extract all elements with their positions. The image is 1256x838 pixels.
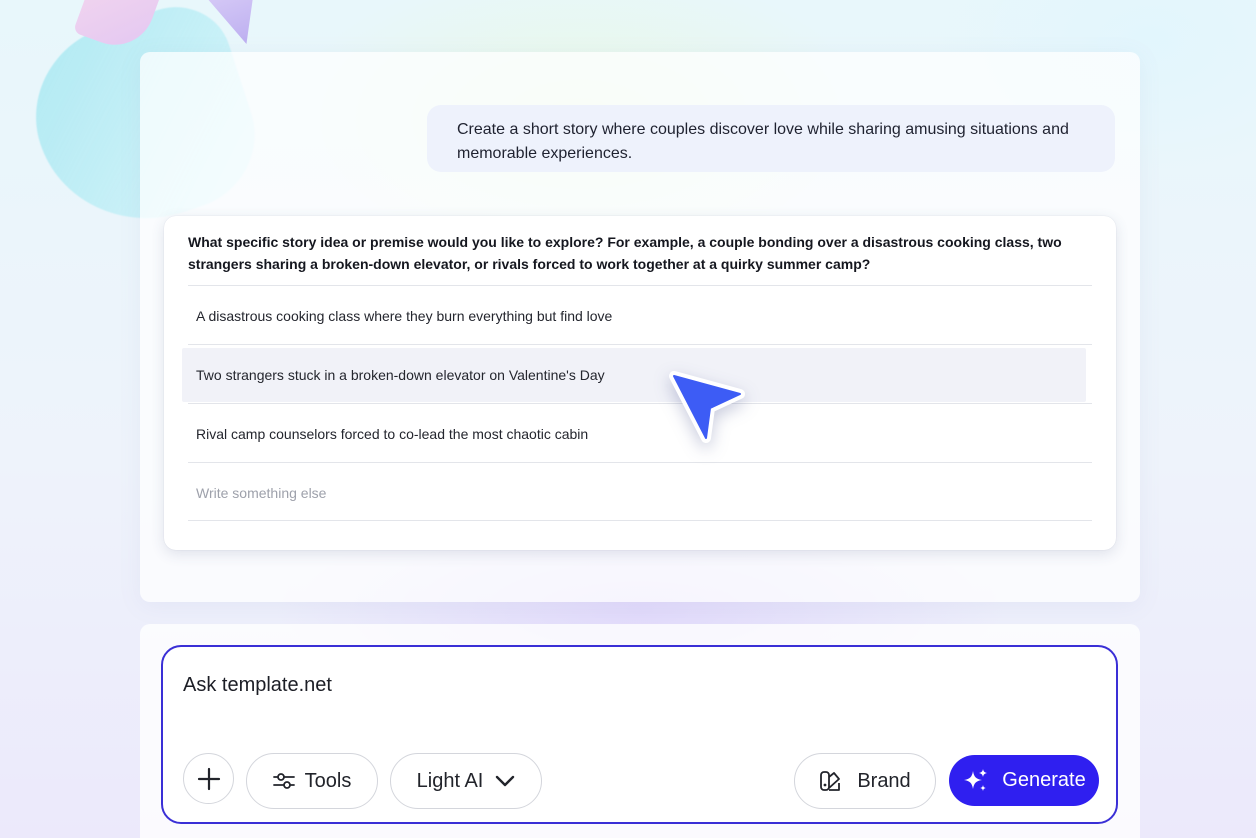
user-message-bubble: Create a short story where couples disco… <box>427 105 1115 172</box>
tools-label: Tools <box>304 769 352 792</box>
swatch-icon <box>819 769 843 793</box>
answer-option-label: Two strangers stuck in a broken-down ele… <box>196 367 605 383</box>
answer-option-label: A disastrous cooking class where they bu… <box>196 308 613 324</box>
decorative-pink-shape <box>72 0 162 56</box>
answer-option[interactable]: Rival camp counselors forced to co-lead … <box>188 403 1092 462</box>
sparkles-icon <box>962 767 990 795</box>
write-something-else-option[interactable]: Write something else <box>188 462 1092 521</box>
model-label: Light AI <box>416 769 484 792</box>
prompt-composer: Tools Light AI Brand <box>161 645 1118 824</box>
sliders-icon <box>272 771 295 791</box>
tools-button[interactable]: Tools <box>246 753 378 809</box>
attach-button[interactable] <box>183 753 234 804</box>
chat-panel: Create a short story where couples disco… <box>140 52 1140 602</box>
answer-option-label: Rival camp counselors forced to co-lead … <box>196 426 589 442</box>
generate-button[interactable]: Generate <box>949 755 1099 806</box>
mouse-cursor-icon <box>669 371 745 443</box>
brand-button[interactable]: Brand <box>794 753 936 809</box>
generate-label: Generate <box>1002 769 1086 791</box>
prompt-input[interactable] <box>183 671 1083 699</box>
decorative-violet-shape <box>200 0 254 44</box>
composer-panel: Tools Light AI Brand <box>140 624 1140 838</box>
brand-label: Brand <box>857 769 911 792</box>
plus-icon <box>197 767 221 791</box>
question-text: What specific story idea or premise woul… <box>188 234 1062 272</box>
chevron-down-icon <box>495 775 515 787</box>
answer-option-hovered[interactable]: Two strangers stuck in a broken-down ele… <box>182 344 1092 403</box>
answer-option[interactable]: A disastrous cooking class where they bu… <box>188 285 1092 344</box>
answer-options-list: A disastrous cooking class where they bu… <box>182 285 1092 521</box>
write-something-else-label: Write something else <box>196 485 327 501</box>
model-selector[interactable]: Light AI <box>390 753 542 809</box>
clarifying-question-card: What specific story idea or premise woul… <box>164 216 1116 550</box>
